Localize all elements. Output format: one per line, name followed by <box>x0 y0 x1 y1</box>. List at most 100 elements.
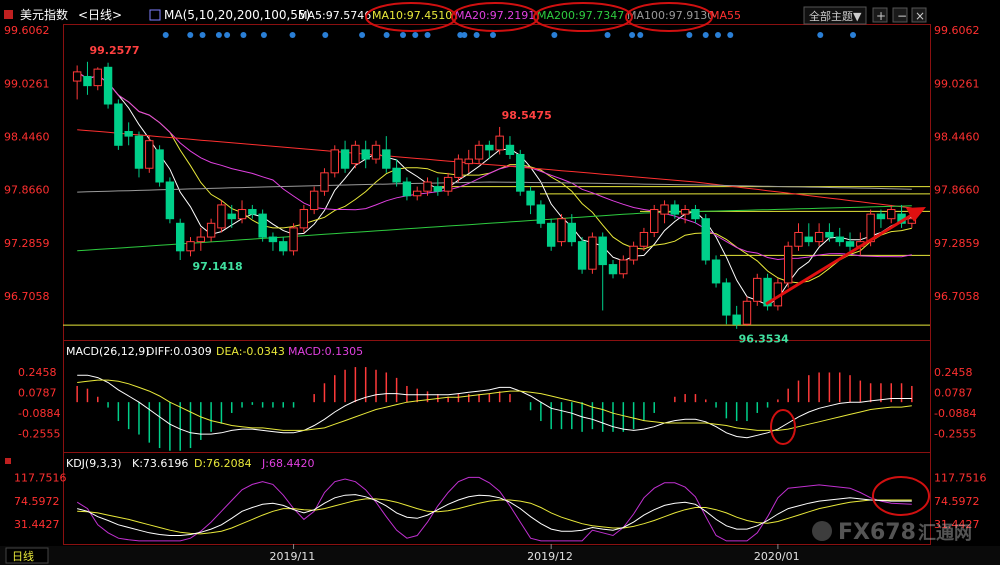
kdj-label: KDJ(9,3,3) <box>66 457 122 470</box>
theme-button-label[interactable]: 全部主题▼ <box>809 9 862 23</box>
candle-body <box>505 144 515 155</box>
price-tick-right: 99.0261 <box>934 77 980 90</box>
kdj-tick-left: 74.5972 <box>14 495 60 508</box>
event-dot <box>727 32 734 38</box>
kdj-highlight <box>872 476 930 516</box>
ma-value-0: MA5:97.5746 <box>298 9 371 22</box>
candle-body <box>629 245 638 261</box>
event-dot <box>637 32 644 38</box>
event-dot <box>240 32 247 38</box>
macd-tick-right: -0.0884 <box>934 407 976 420</box>
candle-body <box>516 153 525 192</box>
candle-body <box>454 158 463 178</box>
candle-body <box>711 259 721 284</box>
event-dot <box>215 32 222 38</box>
candle-body <box>845 241 855 247</box>
candle-body <box>608 264 618 275</box>
toolbar: 美元指数 <日线> MA(5,10,20,200,100,55) MA5:97.… <box>4 6 927 25</box>
macd-tick-right: 0.0787 <box>934 387 973 400</box>
kdj-tick-left: 31.4427 <box>14 518 60 531</box>
kdj-tick-left: 117.7516 <box>14 472 67 485</box>
bottom-bar: 日线 2019/11 2019/12 2020/01 <box>0 544 1000 565</box>
price-axis-left: 99.6062 99.0261 98.4460 97.8660 97.2859 96.70… <box>4 24 50 303</box>
price-tick-left: 97.2859 <box>4 237 50 250</box>
macd-tick-right: 0.2458 <box>934 366 973 379</box>
event-dot <box>817 32 824 38</box>
event-dot <box>383 32 390 38</box>
candle-body <box>268 236 278 243</box>
watermark-cn: 汇通网 <box>918 523 972 544</box>
period-label[interactable]: <日线> <box>78 8 122 22</box>
candle-body <box>186 241 195 252</box>
macd-tick-right: -0.2555 <box>934 428 976 441</box>
ma-value-1: MA10:97.4510 <box>372 9 452 22</box>
kdj-d: D:76.2084 <box>194 457 252 470</box>
candle-body <box>670 204 680 215</box>
chart-canvas[interactable]: 美元指数 <日线> MA(5,10,20,200,100,55) MA5:97.… <box>0 0 1000 565</box>
candle-body <box>124 131 133 137</box>
candle-body <box>701 218 710 261</box>
macd-value: MACD:0.1305 <box>288 345 363 358</box>
candle-body <box>876 213 886 220</box>
candle-body <box>814 231 824 243</box>
macd-histogram <box>76 367 913 451</box>
macd-lines <box>77 374 912 439</box>
candle-body <box>464 158 473 165</box>
ma-value-3: MA200:97.7347 <box>537 9 624 22</box>
candle-body <box>619 259 628 275</box>
candle-body <box>320 172 329 192</box>
event-dot <box>604 32 611 38</box>
price-annotation: 98.5475 <box>502 109 552 122</box>
event-dot <box>400 32 406 38</box>
ma-values: MA5:97.5746 MA10:97.4510 MA20:97.2191 MA200… <box>298 9 741 22</box>
plus-icon: + <box>876 9 886 23</box>
candle-body <box>351 144 360 165</box>
candle-body <box>402 181 412 197</box>
price-tick-right: 97.8660 <box>934 184 980 197</box>
kdj-tick-right: 117.7516 <box>934 472 987 485</box>
macd-axis-right: 0.2458 0.0787 -0.0884 -0.2555 <box>934 366 976 440</box>
price-tick-right: 99.6062 <box>934 24 980 37</box>
kdj-lines <box>76 476 912 542</box>
event-dot <box>199 32 206 38</box>
candle-body <box>330 149 339 174</box>
price-annotation: 96.3534 <box>739 333 789 346</box>
kdj-tick-right: 74.5972 <box>934 495 980 508</box>
macd-tick-left: 0.0787 <box>18 387 57 400</box>
minus-icon: − <box>897 9 907 23</box>
kdj-j: J:68.4420 <box>261 457 314 470</box>
candle-body <box>691 209 700 220</box>
ma-value-4: MA100:97.9130 <box>627 9 714 22</box>
event-dots <box>162 32 856 38</box>
event-dot <box>551 32 558 38</box>
candle-body <box>227 213 236 220</box>
candle-body <box>732 314 741 325</box>
x-tick-label: 2019/11 <box>270 550 316 563</box>
candle-body <box>175 222 185 252</box>
symbol-label: 美元指数 <box>20 7 68 22</box>
ma55-line <box>77 129 912 209</box>
candle-body <box>72 71 82 82</box>
candle-body <box>340 149 350 169</box>
candle-body <box>588 236 597 270</box>
candle-body <box>742 300 752 325</box>
price-axis-right: 99.6062 99.0261 98.4460 97.8660 97.2859 96.70… <box>934 24 980 303</box>
kdj-settings-icon[interactable] <box>5 458 11 464</box>
settings-icon[interactable] <box>4 10 13 19</box>
period-tab-label[interactable]: 日线 <box>12 549 34 563</box>
candle-body <box>474 144 484 160</box>
candle-body <box>258 213 267 238</box>
candle-body <box>825 231 834 238</box>
macd-cross-highlight <box>770 409 796 445</box>
indicator-icon[interactable] <box>149 9 161 21</box>
candle-body <box>722 282 731 316</box>
macd-tick-left: 0.2458 <box>18 366 57 379</box>
price-tick-right: 96.7058 <box>934 290 980 303</box>
price-annotations: 99.2577 97.1418 98.5475 96.3534 <box>89 44 789 346</box>
price-annotation: 97.1418 <box>193 260 243 273</box>
event-dot <box>629 32 636 38</box>
candle-body <box>443 176 453 192</box>
macd-dea-line <box>77 379 912 431</box>
candle-body <box>217 204 226 229</box>
candle-body <box>680 209 690 215</box>
